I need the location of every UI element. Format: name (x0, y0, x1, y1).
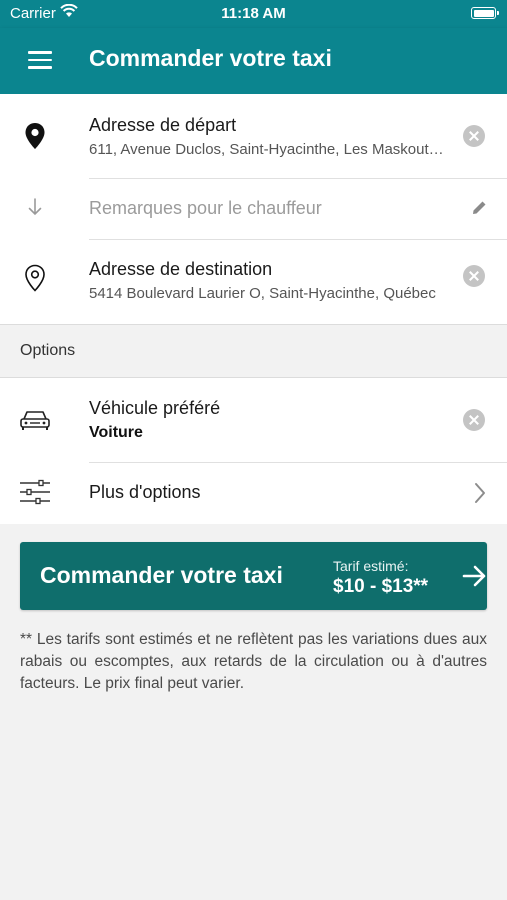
clock: 11:18 AM (221, 5, 286, 22)
destination-label: Adresse de destination (89, 259, 273, 279)
estimated-fare-label: Tarif estimé: (333, 558, 409, 574)
preferred-vehicle-row[interactable]: Véhicule préféré Voiture (0, 378, 507, 462)
estimated-fare-value: $10 - $13** (333, 576, 429, 597)
address-card: Adresse de départ 611, Avenue Duclos, Sa… (0, 94, 507, 324)
sliders-icon (20, 479, 50, 505)
destination-row[interactable]: Adresse de destination 5414 Boulevard La… (0, 240, 507, 324)
status-bar: Carrier 11:18 AM (0, 0, 507, 28)
page-title: Commander votre taxi (89, 45, 332, 71)
battery-icon (471, 7, 499, 19)
divider (0, 324, 507, 325)
pencil-icon[interactable] (471, 199, 488, 216)
location-pin-filled-icon (25, 123, 45, 149)
remarks-row[interactable]: Remarques pour le chauffeur (0, 179, 507, 239)
preferred-vehicle-value: Voiture (89, 424, 143, 441)
more-options-label: Plus d'options (89, 482, 201, 502)
app-bar: Commander votre taxi (0, 28, 507, 94)
order-taxi-label: Commander votre taxi (40, 562, 283, 588)
car-icon (20, 411, 50, 430)
fare-disclaimer: ** Les tarifs sont estimés et ne reflète… (20, 631, 487, 692)
preferred-vehicle-label: Véhicule préféré (89, 398, 221, 418)
departure-label: Adresse de départ (89, 115, 237, 135)
location-pin-outline-icon (25, 264, 45, 292)
remarks-placeholder: Remarques pour le chauffeur (89, 198, 322, 218)
destination-address: 5414 Boulevard Laurier O, Saint-Hyacinth… (89, 285, 436, 302)
more-options-row[interactable]: Plus d'options (0, 463, 507, 524)
order-taxi-button[interactable]: Commander votre taxi Tarif estimé: $10 -… (20, 542, 487, 610)
clear-vehicle-button[interactable] (463, 409, 485, 431)
departure-address: 611, Avenue Duclos, Saint-Hyacinthe, Les… (89, 141, 449, 158)
departure-row[interactable]: Adresse de départ 611, Avenue Duclos, Sa… (0, 94, 507, 178)
arrow-right-icon (462, 565, 486, 587)
chevron-right-icon (475, 483, 485, 503)
clear-destination-button[interactable] (463, 265, 485, 287)
hamburger-icon[interactable] (28, 51, 52, 71)
clear-departure-button[interactable] (463, 125, 485, 147)
options-card: Véhicule préféré Voiture Plus d'options (0, 378, 507, 524)
arrow-down-icon (28, 198, 42, 216)
options-header: Options (20, 342, 76, 359)
